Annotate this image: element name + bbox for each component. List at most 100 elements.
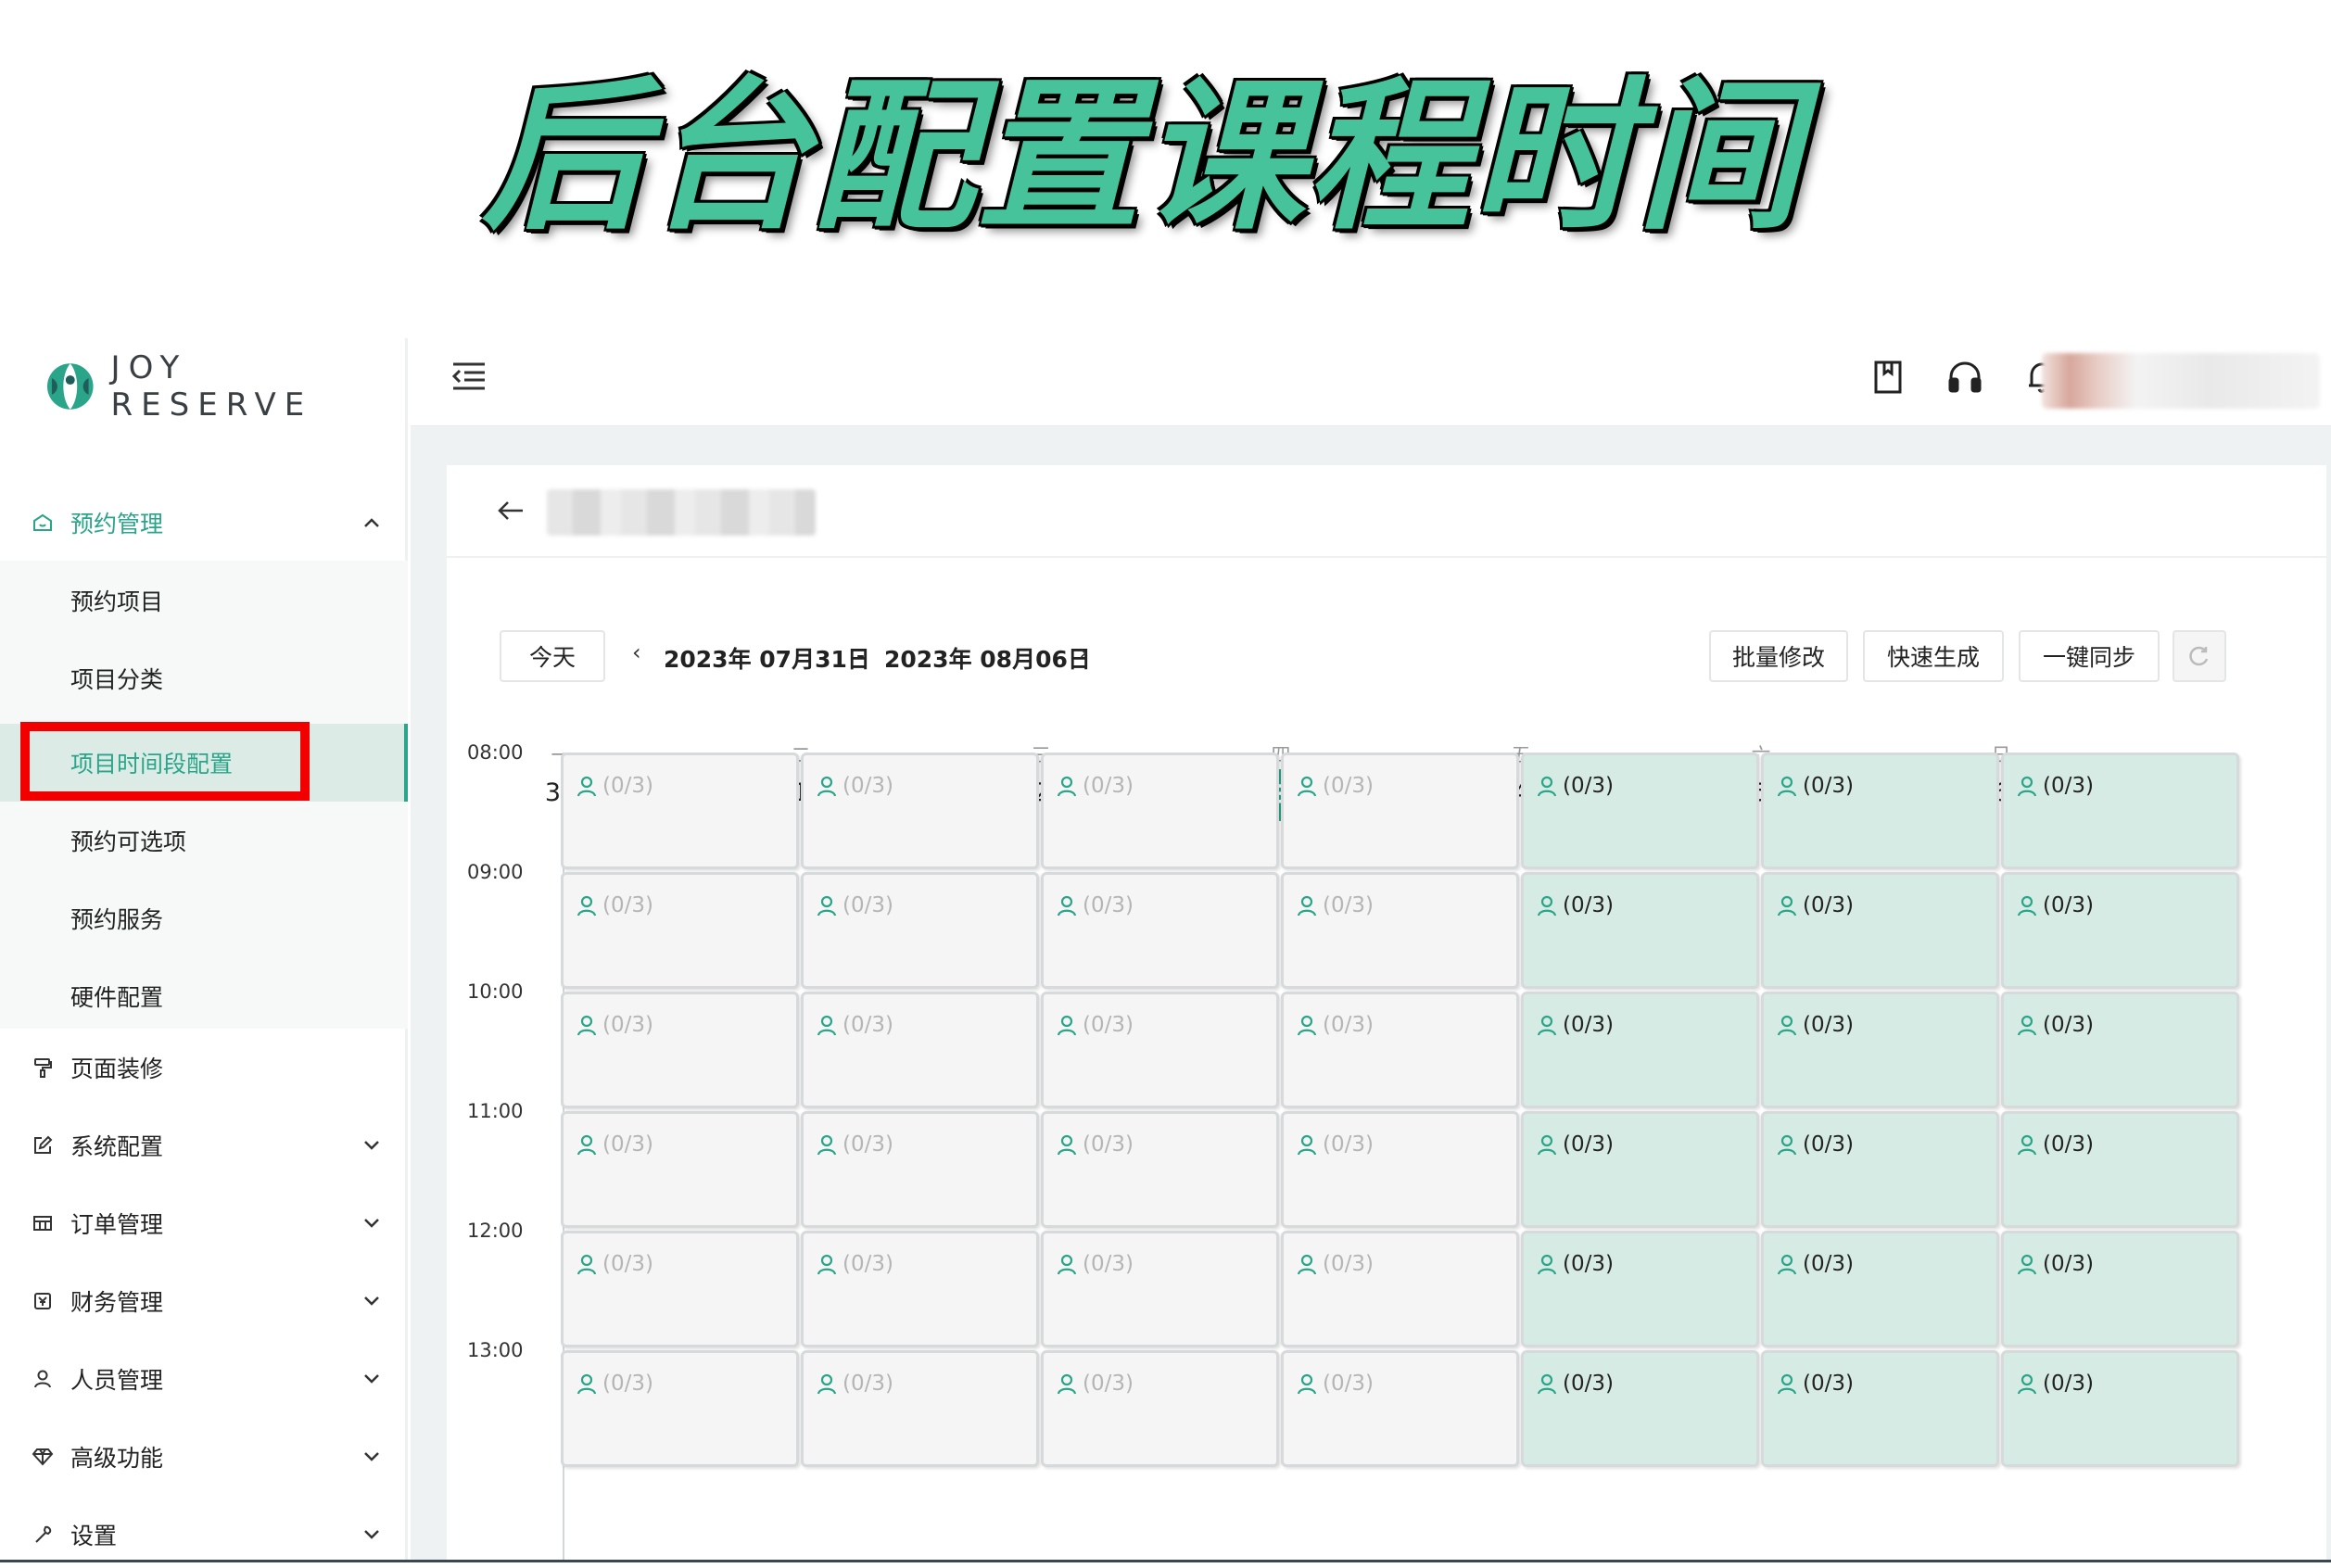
- sidebar-item-system-config[interactable]: 系统配置: [0, 1106, 408, 1184]
- refresh-button[interactable]: [2173, 630, 2226, 682]
- time-slot-disabled[interactable]: (0/3): [1281, 992, 1519, 1108]
- paint-roller-icon: [31, 1056, 55, 1080]
- time-label: 10:00: [467, 980, 524, 1003]
- time-slot-enabled[interactable]: (0/3): [2001, 1231, 2239, 1347]
- time-slot-enabled[interactable]: (0/3): [2001, 872, 2239, 989]
- time-slot-enabled[interactable]: (0/3): [2001, 1111, 2239, 1228]
- time-slot-enabled[interactable]: (0/3): [1761, 1350, 1999, 1467]
- slot-capacity: (0/3): [602, 1372, 653, 1396]
- slot-capacity: (0/3): [2043, 1013, 2094, 1037]
- time-slot-enabled[interactable]: (0/3): [1761, 992, 1999, 1108]
- slot-capacity: (0/3): [842, 1132, 893, 1157]
- time-slot-disabled[interactable]: (0/3): [801, 1350, 1039, 1467]
- back-arrow-icon[interactable]: [495, 495, 526, 526]
- time-slot-enabled[interactable]: (0/3): [1521, 992, 1759, 1108]
- person-icon: [1297, 1134, 1317, 1156]
- time-slot-enabled[interactable]: (0/3): [1761, 1231, 1999, 1347]
- sidebar-item-settings[interactable]: 设置: [0, 1496, 408, 1568]
- today-button[interactable]: 今天: [500, 630, 605, 682]
- person-icon: [817, 1015, 837, 1036]
- time-slot-disabled[interactable]: (0/3): [1041, 872, 1279, 989]
- time-slot-enabled[interactable]: (0/3): [1521, 1231, 1759, 1347]
- time-slot-disabled[interactable]: (0/3): [801, 1231, 1039, 1347]
- slot-capacity: (0/3): [2043, 774, 2094, 798]
- chevron-down-icon: [360, 1133, 384, 1157]
- time-slot-disabled[interactable]: (0/3): [1041, 1350, 1279, 1467]
- time-slot-disabled[interactable]: (0/3): [561, 752, 799, 869]
- sidebar-item-reservation-projects[interactable]: 预约项目: [0, 562, 408, 639]
- sidebar-item-order-management[interactable]: 订单管理: [0, 1184, 408, 1262]
- time-slot-disabled[interactable]: (0/3): [561, 1111, 799, 1228]
- sidebar-item-reservation-options[interactable]: 预约可选项: [0, 802, 408, 879]
- person-icon: [1537, 1134, 1557, 1156]
- slot-capacity: (0/3): [1563, 1013, 1614, 1037]
- slot-capacity: (0/3): [1323, 1252, 1374, 1276]
- time-slot-enabled[interactable]: (0/3): [2001, 992, 2239, 1108]
- batch-edit-button[interactable]: 批量修改: [1709, 630, 1848, 682]
- slot-capacity: (0/3): [1803, 1252, 1854, 1276]
- time-slot-disabled[interactable]: (0/3): [801, 1111, 1039, 1228]
- sidebar-item-project-categories[interactable]: 项目分类: [0, 639, 408, 717]
- slot-capacity: (0/3): [1803, 774, 1854, 798]
- headset-icon[interactable]: [1945, 357, 1985, 398]
- time-slot-disabled[interactable]: (0/3): [1041, 752, 1279, 869]
- time-slot-enabled[interactable]: (0/3): [2001, 752, 2239, 869]
- person-icon: [2017, 1134, 2037, 1156]
- sidebar-item-label: 高级功能: [70, 1445, 164, 1472]
- slot-capacity: (0/3): [1563, 1132, 1614, 1157]
- person-icon: [817, 1134, 837, 1156]
- user-profile[interactable]: [2042, 353, 2320, 409]
- sidebar-item-page-decoration[interactable]: 页面装修: [0, 1029, 408, 1106]
- time-slot-enabled[interactable]: (0/3): [1521, 1350, 1759, 1467]
- time-slot-disabled[interactable]: (0/3): [1041, 1231, 1279, 1347]
- sidebar-item-reservation-services[interactable]: 预约服务: [0, 879, 408, 957]
- time-slot-disabled[interactable]: (0/3): [561, 872, 799, 989]
- time-slot-disabled[interactable]: (0/3): [1281, 1231, 1519, 1347]
- sidebar-group-reservation[interactable]: 预约管理: [0, 484, 408, 562]
- sidebar-item-staff-management[interactable]: 人员管理: [0, 1340, 408, 1418]
- time-slot-enabled[interactable]: (0/3): [1521, 1111, 1759, 1228]
- person-icon: [1057, 1015, 1077, 1036]
- chevron-left-icon[interactable]: ‹: [632, 639, 641, 665]
- time-slot-disabled[interactable]: (0/3): [1281, 872, 1519, 989]
- time-slot-enabled[interactable]: (0/3): [1761, 1111, 1999, 1228]
- time-slot-enabled[interactable]: (0/3): [2001, 1350, 2239, 1467]
- time-slot-enabled[interactable]: (0/3): [1521, 752, 1759, 869]
- time-slot-disabled[interactable]: (0/3): [1041, 1111, 1279, 1228]
- time-slot-disabled[interactable]: (0/3): [561, 992, 799, 1108]
- quick-generate-button[interactable]: 快速生成: [1863, 630, 2004, 682]
- book-icon[interactable]: [1868, 357, 1908, 398]
- time-slot-disabled[interactable]: (0/3): [561, 1350, 799, 1467]
- time-slot-disabled[interactable]: (0/3): [1041, 992, 1279, 1108]
- slot-capacity: (0/3): [842, 1372, 893, 1396]
- highlight-box: [20, 722, 310, 801]
- time-slot-disabled[interactable]: (0/3): [801, 992, 1039, 1108]
- menu-collapse-icon[interactable]: [450, 357, 488, 396]
- time-slot-disabled[interactable]: (0/3): [1281, 1350, 1519, 1467]
- time-slot-enabled[interactable]: (0/3): [1521, 872, 1759, 989]
- person-icon: [1297, 1254, 1317, 1275]
- time-slot-disabled[interactable]: (0/3): [801, 872, 1039, 989]
- logo-icon: [46, 363, 94, 410]
- time-slot-disabled[interactable]: (0/3): [801, 752, 1039, 869]
- sidebar-item-finance-management[interactable]: 财务管理: [0, 1262, 408, 1340]
- person-icon: [576, 1015, 597, 1036]
- time-slot-enabled[interactable]: (0/3): [1761, 752, 1999, 869]
- slot-capacity: (0/3): [842, 1252, 893, 1276]
- time-slot-disabled[interactable]: (0/3): [561, 1231, 799, 1347]
- time-slot-disabled[interactable]: (0/3): [1281, 752, 1519, 869]
- chevron-right-icon[interactable]: ›: [1079, 639, 1088, 665]
- time-slot-disabled[interactable]: (0/3): [1281, 1111, 1519, 1228]
- brand-logo[interactable]: JOY RESERVE: [46, 349, 405, 424]
- sidebar-item-hardware-config[interactable]: 硬件配置: [0, 957, 408, 1035]
- slot-capacity: (0/3): [1083, 1372, 1134, 1396]
- time-slot-enabled[interactable]: (0/3): [1761, 872, 1999, 989]
- sidebar-item-advanced-features[interactable]: 高级功能: [0, 1418, 408, 1496]
- slot-capacity: (0/3): [1563, 774, 1614, 798]
- time-label: 11:00: [467, 1100, 524, 1122]
- person-icon: [576, 1134, 597, 1156]
- person-icon: [1777, 776, 1797, 797]
- slot-capacity: (0/3): [1563, 893, 1614, 917]
- time-label: 09:00: [467, 861, 524, 883]
- one-click-sync-button[interactable]: 一键同步: [2019, 630, 2160, 682]
